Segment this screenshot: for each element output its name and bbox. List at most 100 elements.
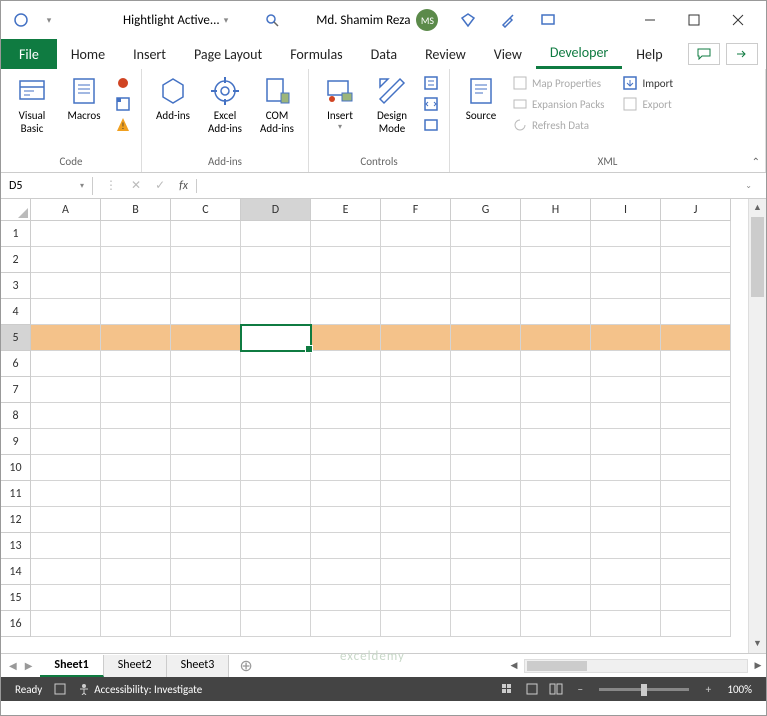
- expand-formula-icon[interactable]: ⌄: [745, 181, 760, 191]
- view-code-button[interactable]: [419, 94, 443, 114]
- cell[interactable]: [101, 507, 171, 533]
- cell[interactable]: [241, 611, 311, 637]
- cell[interactable]: [521, 507, 591, 533]
- cell[interactable]: [311, 455, 381, 481]
- cell[interactable]: [661, 377, 731, 403]
- cell[interactable]: [241, 247, 311, 273]
- column-header[interactable]: G: [451, 199, 521, 221]
- cell[interactable]: [31, 507, 101, 533]
- row-header[interactable]: 10: [1, 455, 31, 481]
- cell[interactable]: [381, 585, 451, 611]
- hscroll-thumb[interactable]: [527, 661, 587, 671]
- cell[interactable]: [101, 481, 171, 507]
- qat-dropdown-icon[interactable]: ▾: [35, 6, 63, 34]
- cell[interactable]: [31, 559, 101, 585]
- design-mode-button[interactable]: Design Mode: [367, 73, 417, 137]
- cell[interactable]: [311, 351, 381, 377]
- row-header[interactable]: 9: [1, 429, 31, 455]
- sheet-tab-sheet3[interactable]: Sheet3: [167, 655, 230, 677]
- cell[interactable]: [311, 559, 381, 585]
- column-header[interactable]: A: [31, 199, 101, 221]
- cell[interactable]: [311, 403, 381, 429]
- cell[interactable]: [311, 273, 381, 299]
- cell[interactable]: [381, 507, 451, 533]
- zoom-out-button[interactable]: −: [569, 680, 591, 698]
- cell[interactable]: [241, 559, 311, 585]
- cell[interactable]: [591, 221, 661, 247]
- cell[interactable]: [381, 221, 451, 247]
- cell[interactable]: [101, 403, 171, 429]
- sheet-tab-sheet1[interactable]: Sheet1: [40, 655, 103, 677]
- cell[interactable]: [521, 351, 591, 377]
- brush-icon[interactable]: [490, 6, 526, 34]
- cell[interactable]: [171, 299, 241, 325]
- vertical-scrollbar[interactable]: ▲ ▼: [748, 199, 766, 653]
- cell[interactable]: [31, 533, 101, 559]
- cell[interactable]: [31, 299, 101, 325]
- formula-bar[interactable]: ⌄: [209, 179, 766, 193]
- page-break-view-button[interactable]: [545, 680, 567, 698]
- minimize-button[interactable]: [628, 4, 672, 36]
- tab-help[interactable]: Help: [622, 39, 676, 69]
- share-button[interactable]: [726, 43, 758, 65]
- cell[interactable]: [101, 299, 171, 325]
- row-header[interactable]: 14: [1, 559, 31, 585]
- cell[interactable]: [591, 455, 661, 481]
- tab-developer[interactable]: Developer: [536, 39, 622, 69]
- row-header[interactable]: 11: [1, 481, 31, 507]
- cell[interactable]: [451, 273, 521, 299]
- cell[interactable]: [171, 585, 241, 611]
- scroll-up-icon[interactable]: ▲: [749, 199, 766, 217]
- cell[interactable]: [451, 377, 521, 403]
- cell[interactable]: [311, 611, 381, 637]
- row-header[interactable]: 13: [1, 533, 31, 559]
- cell[interactable]: [591, 325, 661, 351]
- cell[interactable]: [101, 585, 171, 611]
- cell[interactable]: [171, 611, 241, 637]
- cell[interactable]: [591, 507, 661, 533]
- cell[interactable]: [661, 507, 731, 533]
- use-relative-refs-button[interactable]: [111, 94, 135, 114]
- insert-control-button[interactable]: Insert ▾: [315, 73, 365, 134]
- cell[interactable]: [381, 247, 451, 273]
- cell[interactable]: [451, 325, 521, 351]
- record-macro-button[interactable]: [111, 73, 135, 93]
- zoom-level[interactable]: 100%: [721, 683, 758, 696]
- cell[interactable]: [661, 351, 731, 377]
- cell[interactable]: [521, 403, 591, 429]
- cell[interactable]: [311, 377, 381, 403]
- cell[interactable]: [451, 351, 521, 377]
- cell[interactable]: [591, 429, 661, 455]
- cell[interactable]: [381, 299, 451, 325]
- cell[interactable]: [171, 429, 241, 455]
- cell[interactable]: [241, 351, 311, 377]
- cell[interactable]: [241, 377, 311, 403]
- cell[interactable]: [451, 507, 521, 533]
- row-header[interactable]: 6: [1, 351, 31, 377]
- hscroll-right-icon[interactable]: ▶: [750, 660, 766, 671]
- cell[interactable]: [171, 351, 241, 377]
- page-layout-view-button[interactable]: [521, 680, 543, 698]
- cell[interactable]: [101, 429, 171, 455]
- cell[interactable]: [661, 585, 731, 611]
- cell[interactable]: [451, 611, 521, 637]
- cell[interactable]: [451, 533, 521, 559]
- cell[interactable]: [241, 429, 311, 455]
- addins-button[interactable]: Add-ins: [148, 73, 198, 124]
- cell[interactable]: [31, 247, 101, 273]
- cell[interactable]: [241, 533, 311, 559]
- cell[interactable]: [521, 585, 591, 611]
- visual-basic-button[interactable]: Visual Basic: [7, 73, 57, 137]
- cell[interactable]: [31, 429, 101, 455]
- cell[interactable]: [311, 325, 381, 351]
- row-header[interactable]: 1: [1, 221, 31, 247]
- cell[interactable]: [381, 559, 451, 585]
- autosave-icon[interactable]: [7, 6, 35, 34]
- cell[interactable]: [521, 455, 591, 481]
- cell[interactable]: [521, 429, 591, 455]
- cell[interactable]: [241, 403, 311, 429]
- cell[interactable]: [591, 481, 661, 507]
- column-header[interactable]: F: [381, 199, 451, 221]
- macros-button[interactable]: Macros: [59, 73, 109, 124]
- cell[interactable]: [521, 299, 591, 325]
